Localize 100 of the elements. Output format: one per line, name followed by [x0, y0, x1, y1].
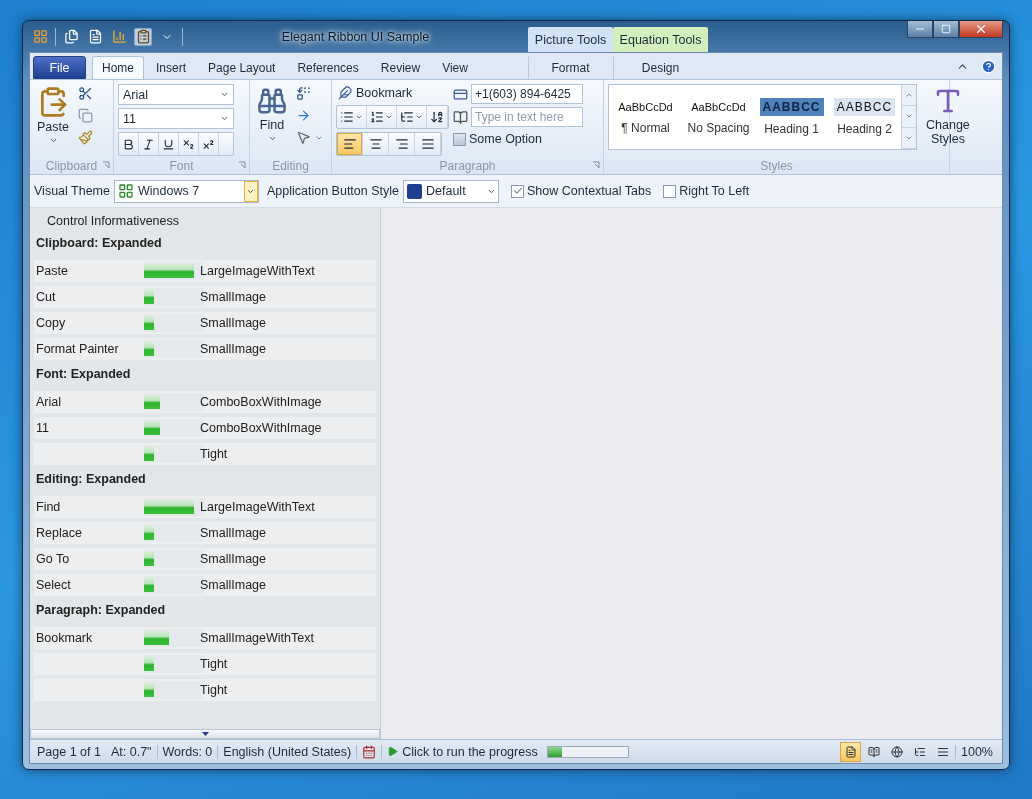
bookmark-button[interactable]: Bookmark — [336, 84, 449, 102]
control-name: Paste — [35, 264, 69, 278]
maximize-button[interactable] — [933, 21, 959, 38]
chart-icon[interactable] — [110, 27, 128, 46]
windows-logo-icon — [118, 183, 134, 199]
field-label: Application Button Style — [267, 184, 399, 198]
checkbox[interactable] — [511, 184, 524, 198]
close-button[interactable] — [959, 21, 1003, 38]
caret-icon — [220, 114, 229, 123]
launcher-icon[interactable] — [238, 161, 246, 169]
launcher-icon[interactable] — [102, 161, 110, 169]
status-text: Words: 0 — [156, 744, 218, 759]
underline-icon — [162, 137, 175, 151]
status-text: Click to run the progress — [402, 744, 538, 759]
style-item[interactable]: AaBbCcDd ¶ Normal — [609, 85, 682, 149]
mode-text: Tight — [199, 447, 228, 461]
find-button[interactable]: Find — [254, 84, 290, 157]
font-size-dropdown[interactable]: 11 — [118, 108, 234, 129]
justify-icon — [420, 137, 435, 151]
help-icon[interactable] — [981, 58, 996, 74]
book-icon — [867, 745, 880, 758]
control-name: Replace — [35, 526, 83, 540]
mode-text: SmallImage — [199, 578, 266, 592]
outline-icon — [913, 745, 926, 758]
align-button[interactable] — [337, 133, 363, 155]
arrow-right-icon — [296, 108, 311, 123]
check-icon — [512, 186, 523, 196]
copy-icon — [78, 108, 93, 123]
italic-icon — [142, 137, 155, 151]
scissors-icon — [78, 86, 93, 101]
ribbon-tab[interactable]: Review — [370, 56, 431, 79]
checkbox-label: Some Option — [469, 132, 542, 146]
mode-text: LargeImageWithText — [199, 500, 315, 514]
checkbox-label: Show Contextual Tabs — [527, 184, 652, 198]
caret-icon — [220, 90, 229, 99]
feather-icon — [338, 86, 352, 100]
sort-icon — [430, 110, 444, 124]
caret-icon — [385, 113, 393, 121]
caret-icon — [415, 113, 423, 121]
copy-icon[interactable] — [62, 27, 80, 46]
mode-text: SmallImage — [199, 342, 266, 356]
mode-text: SmallImage — [199, 290, 266, 304]
caret-icon — [355, 113, 363, 121]
style-item[interactable]: AABBCC Heading 2 — [828, 85, 901, 149]
style-item[interactable]: AABBCC Heading 1 — [755, 85, 828, 149]
group-label: Paragraph — [439, 158, 496, 173]
pointer-icon — [296, 130, 311, 145]
maximize-icon — [941, 24, 951, 34]
globe-icon — [890, 745, 903, 758]
control-name: Arial — [35, 395, 62, 409]
checkbox[interactable] — [453, 132, 466, 146]
theme-dropdown[interactable]: Windows 7 — [114, 179, 259, 203]
calendar-icon[interactable] — [362, 744, 377, 759]
paste-button[interactable]: Paste — [34, 84, 72, 157]
numbered-list-icon — [370, 110, 384, 124]
control-name: Cut — [35, 290, 57, 304]
phone-field[interactable]: +1(603) 894-6425 — [471, 84, 583, 104]
contextual-tab-header: Picture Tools — [528, 27, 613, 52]
play-icon[interactable] — [387, 746, 399, 757]
mode-text: LargeImageWithText — [199, 264, 315, 278]
mode-text: SmallImage — [199, 526, 266, 540]
control-name: Find — [35, 500, 62, 514]
checkbox-label: Right To Left — [679, 184, 750, 198]
lines-icon — [936, 745, 949, 758]
control-name: Go To — [35, 552, 71, 566]
ribbon-tab[interactable]: Page Layout — [198, 56, 286, 79]
clipboard-icon[interactable] — [134, 27, 152, 46]
style-item[interactable]: AaBbCcDd No Spacing — [682, 85, 755, 149]
binoculars-icon — [257, 86, 287, 116]
card-icon — [453, 86, 468, 102]
view-button[interactable] — [840, 741, 861, 762]
ribbon-tab[interactable]: Home — [92, 56, 144, 79]
ribbon-tab[interactable]: Insert — [146, 56, 197, 79]
button-style-dropdown[interactable]: Default — [403, 179, 499, 203]
multilevel-list-icon — [400, 110, 414, 124]
file-tab[interactable]: File — [33, 56, 86, 79]
control-name: Format Painter — [35, 342, 120, 356]
font-dropdown[interactable]: Arial — [118, 84, 234, 105]
format-painter-button[interactable] — [76, 128, 95, 147]
launcher-icon[interactable] — [592, 161, 600, 169]
subscript-icon — [182, 137, 195, 151]
caret-icon — [267, 134, 277, 143]
ribbon-tab[interactable]: View — [432, 56, 478, 79]
group-label: Styles — [760, 158, 793, 173]
caret-icon — [48, 136, 58, 145]
mode-text: Tight — [199, 657, 228, 671]
checkbox[interactable] — [663, 184, 677, 198]
align-left-icon — [342, 137, 357, 151]
ribbon-tab[interactable]: References — [287, 56, 369, 79]
minimize-button[interactable] — [907, 21, 933, 38]
square-icon — [407, 183, 422, 199]
mode-text: ComboBoxWithImage — [199, 421, 322, 435]
group-label: Clipboard — [45, 158, 98, 173]
app-icon[interactable] — [31, 27, 49, 46]
mode-text: SmallImage — [199, 552, 266, 566]
contextual-tab-header: Equation Tools — [613, 27, 708, 52]
change-styles-button[interactable]: Change Styles — [923, 84, 973, 157]
section-header: Font: Expanded — [35, 366, 132, 383]
text-field[interactable]: Type in text here — [471, 107, 583, 127]
panel-title: Control Informativeness — [46, 213, 180, 230]
